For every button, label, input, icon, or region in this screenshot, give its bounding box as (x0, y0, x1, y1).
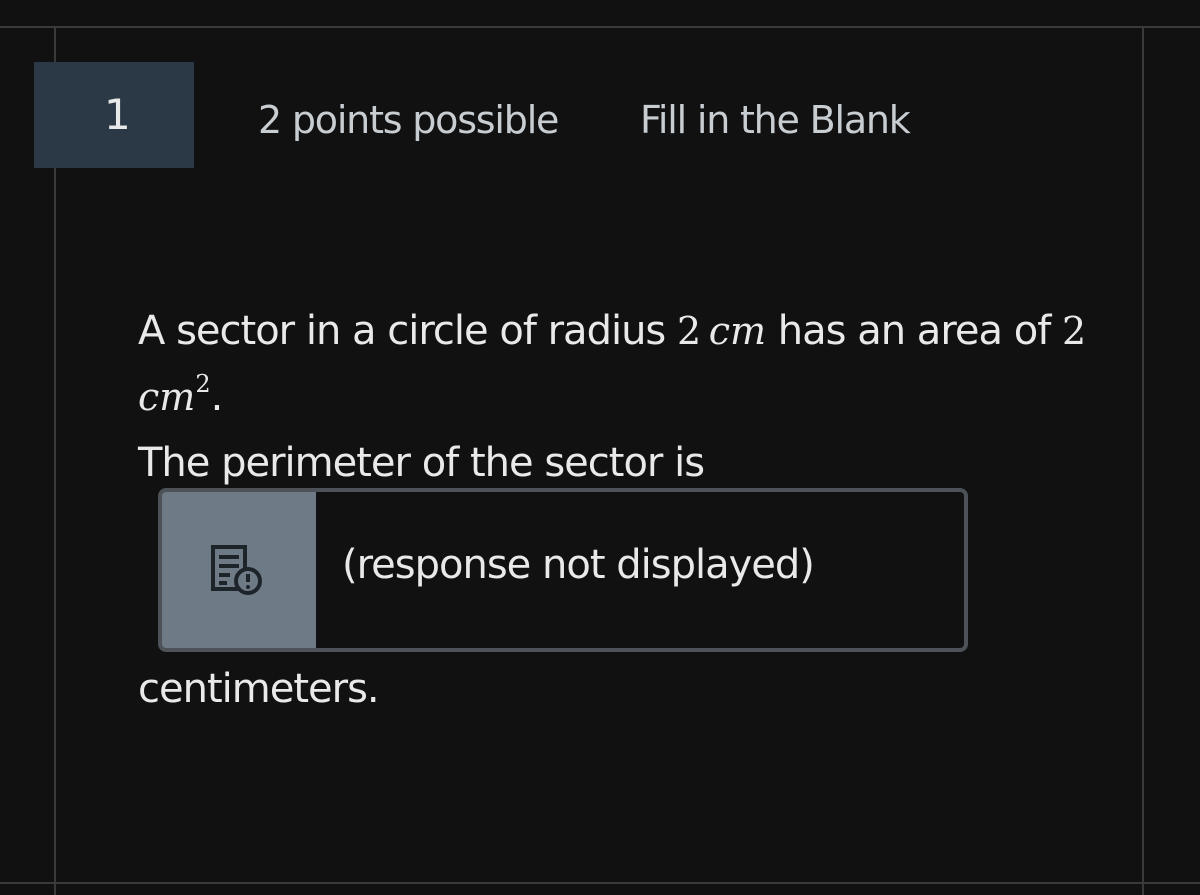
area-exponent: 2 (195, 370, 211, 398)
area-unit: cm (138, 375, 196, 419)
radius-value: 2 (676, 309, 702, 353)
question-text-part4: The perimeter of the sector is (138, 440, 705, 486)
response-icon-panel (162, 492, 316, 648)
area-value: 2 (1062, 309, 1087, 353)
question-number-badge: 1 (34, 62, 194, 168)
question-text-part3: . (210, 374, 224, 420)
question-type: Fill in the Blank (640, 98, 911, 142)
response-field[interactable]: (response not displayed) (158, 488, 968, 652)
question-text-part2: has an area of (766, 308, 1062, 354)
radius-unit: cm (708, 309, 767, 353)
question-text-after: centimeters. (138, 666, 380, 712)
bottom-border (0, 882, 1200, 884)
math-radius: 2 cm (677, 309, 766, 353)
document-alert-icon (211, 545, 262, 595)
question-text-part1: A sector in a circle of radius (138, 308, 677, 354)
response-placeholder: (response not displayed) (342, 542, 815, 588)
question-text: A sector in a circle of radius 2 cm has … (138, 298, 1118, 496)
points-possible: 2 points possible (258, 98, 559, 142)
